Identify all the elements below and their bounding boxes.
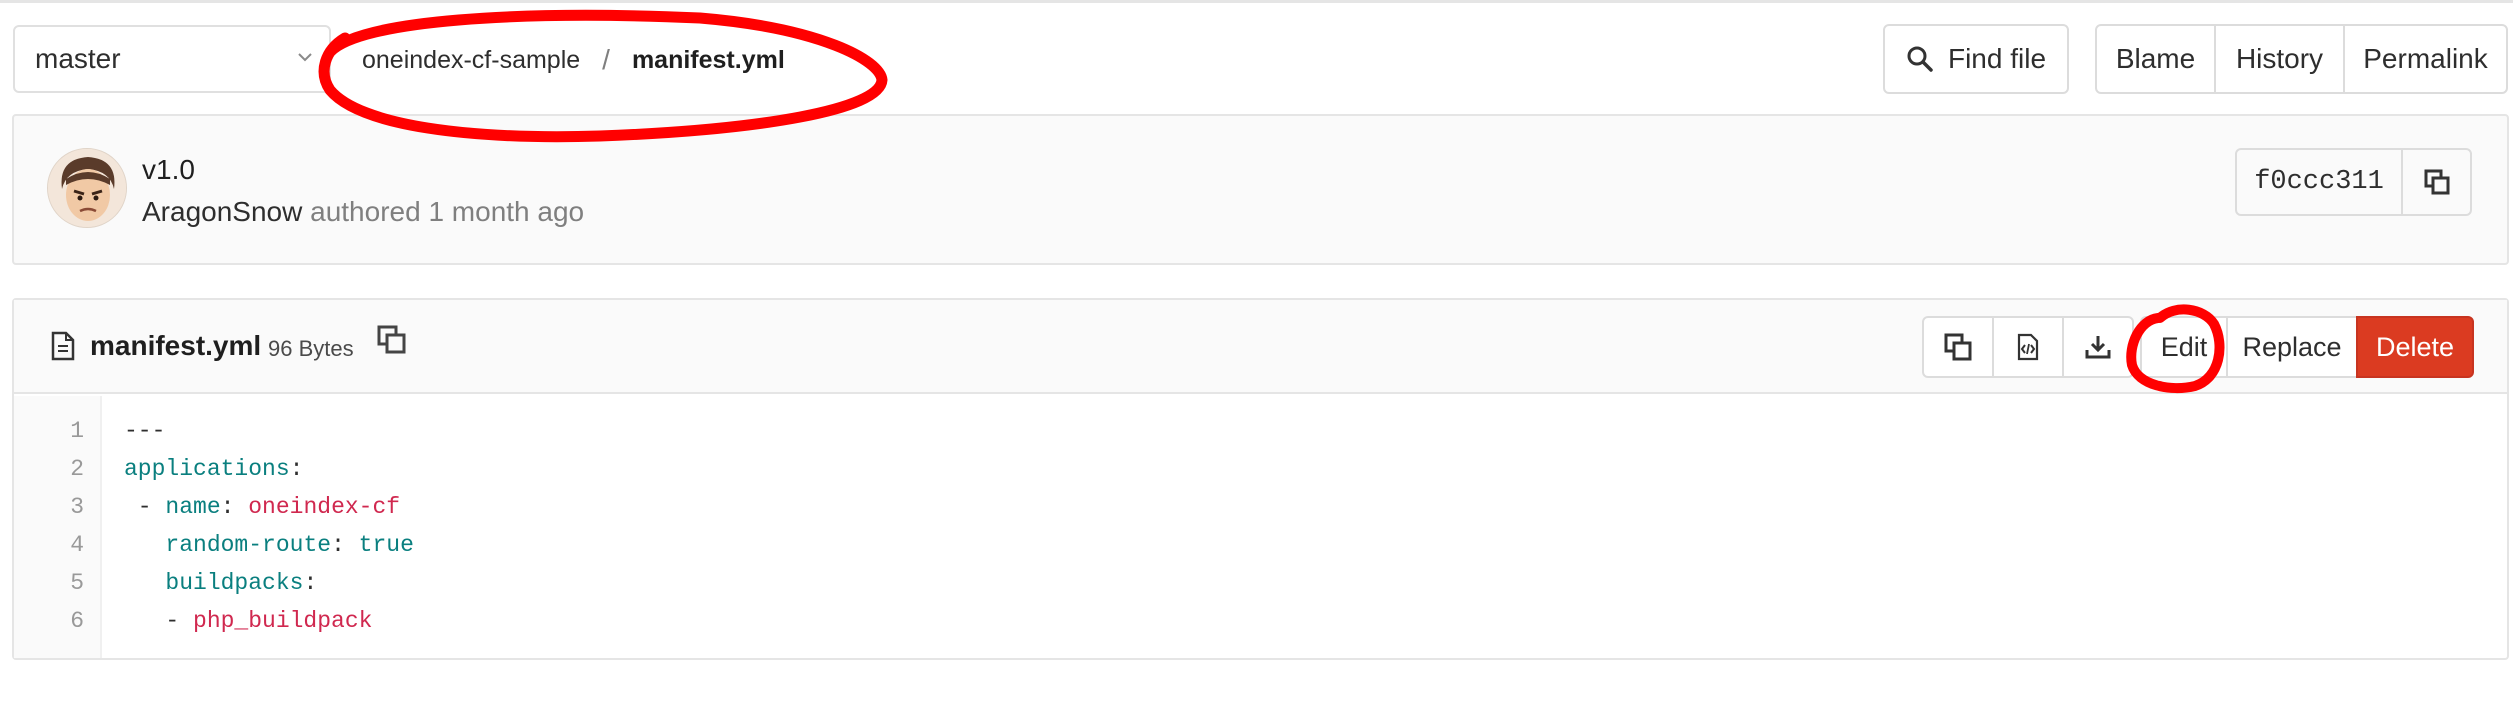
code-line: applications: [124,456,303,482]
branch-dropdown[interactable]: master [13,25,331,93]
code-token: true [358,532,414,558]
code-token: buildpacks [165,570,304,596]
permalink-button[interactable]: Permalink [2343,24,2508,94]
replace-button[interactable]: Replace [2226,316,2358,378]
avatar[interactable] [47,148,127,228]
last-commit-panel [12,114,2509,265]
raw-file-icon [2017,333,2039,361]
code-line: random-route: true [124,532,414,558]
code-token: : [331,532,359,558]
find-file-label: Find file [1947,43,2047,74]
code-token: - [124,608,194,634]
copy-sha-button[interactable] [2401,148,2472,216]
download-icon [2085,336,2111,359]
code-token: : [220,494,249,520]
line-number[interactable]: 6 [14,608,84,634]
branch-name: master [35,43,121,74]
blame-button[interactable]: Blame [2095,24,2216,94]
code-line: - php_buildpack [124,608,372,634]
code-token: name [165,494,221,520]
code-token: random-route [165,532,332,558]
commit-time: 1 month ago [428,196,585,227]
line-number[interactable]: 5 [14,570,84,596]
breadcrumb-project[interactable]: oneindex-cf-sample [362,46,580,75]
chevron-down-icon [298,53,312,62]
breadcrumb-separator: / [602,44,610,75]
code-token: oneindex-cf [248,494,401,520]
line-number[interactable]: 1 [14,418,84,444]
breadcrumb-file[interactable]: manifest.yml [632,46,785,75]
code-token: : [303,570,318,596]
find-file-button[interactable]: Find file [1883,24,2069,94]
delete-button[interactable]: Delete [2356,316,2474,378]
history-button[interactable]: History [2214,24,2345,94]
copy-icon[interactable] [377,325,407,355]
commit-author[interactable]: AragonSnow [142,196,302,227]
code-token: - [124,494,166,520]
copy-icon [2424,169,2449,195]
line-number[interactable]: 2 [14,456,84,482]
open-raw-button[interactable] [1992,316,2064,378]
avatar-image [48,149,126,227]
top-border [0,0,2513,3]
code-line: buildpacks: [124,570,317,596]
file-name: manifest.yml [90,330,262,361]
copy-icon [1944,333,1972,361]
line-number[interactable]: 4 [14,532,84,558]
code-token: : [289,456,304,482]
download-button[interactable] [2062,316,2134,378]
code-line: --- [124,418,165,444]
search-icon [1907,46,1933,72]
commit-title[interactable]: v1.0 [142,154,195,186]
breadcrumb: oneindex-cf-sample / manifest.yml [362,44,785,76]
copy-contents-button[interactable] [1922,316,1994,378]
code-token: --- [124,418,166,444]
commit-sha[interactable]: f0ccc311 [2235,148,2403,216]
commit-verb: authored [310,196,421,227]
edit-button[interactable]: Edit [2140,316,2228,378]
file-icon [51,331,75,361]
file-size: 96 Bytes [268,336,354,361]
code-line: - name: oneindex-cf [124,494,400,520]
code-token: applications [124,456,290,482]
commit-author-line: AragonSnow authored 1 month ago [142,196,584,228]
code-token: php_buildpack [193,608,373,634]
line-number[interactable]: 3 [14,494,84,520]
